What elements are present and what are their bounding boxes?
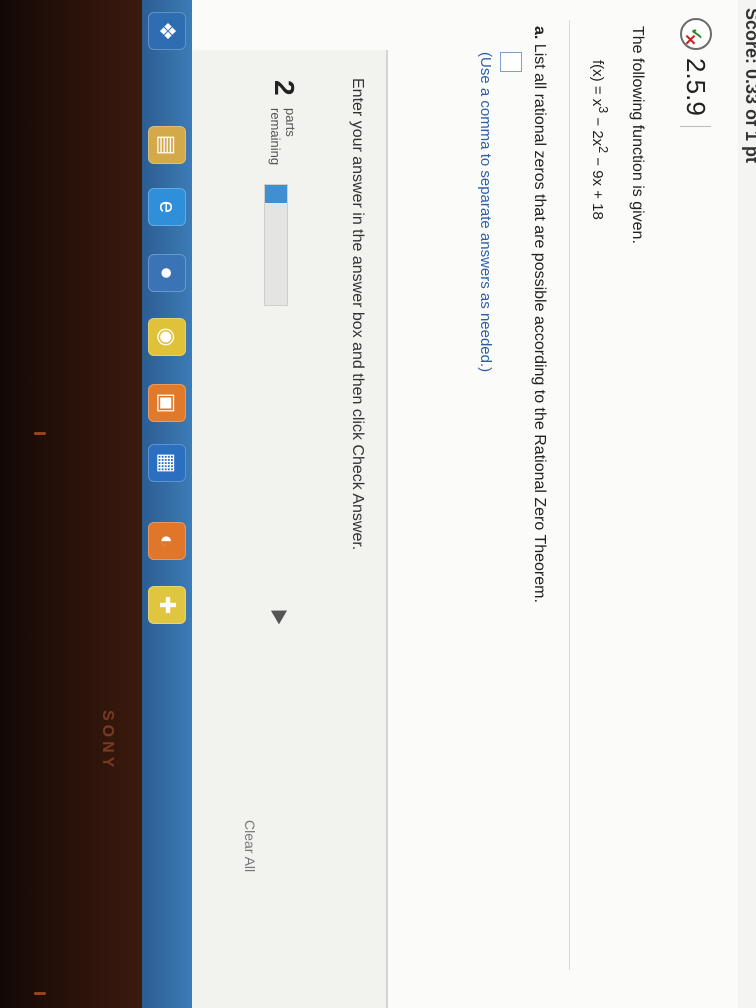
question-header: ✓ ✕ 2.5.9 — [676, 18, 716, 127]
windows-start-icon[interactable]: ❖ — [148, 12, 186, 50]
question-number: 2.5.9 — [680, 58, 712, 127]
taskbar: ❖ ▤ e ● ◉ ▣ ▦ ◐ ✚ — [142, 0, 192, 1008]
app-orange-icon[interactable]: ▣ — [148, 384, 186, 422]
app-yellow-icon[interactable]: ✚ — [148, 586, 186, 624]
answer-footer: Enter your answer in the answer box and … — [172, 50, 388, 1008]
divider — [569, 20, 570, 970]
question-prompt: The following function is given. — [629, 26, 646, 244]
laptop-bezel: SONY — [0, 0, 142, 1008]
question-panel: ✓ ✕ 2.5.9 The following function is given… — [172, 0, 738, 1008]
instructions-text: Enter your answer in the answer box and … — [349, 78, 366, 551]
screen: Score: 0.33 of 1 pt ✓✕ 2.5.9 The followi… — [142, 0, 756, 1008]
file-explorer-icon[interactable]: ▤ — [148, 126, 186, 164]
clear-all-button[interactable]: Clear All — [242, 820, 258, 872]
firefox-icon[interactable]: ◐ — [148, 522, 186, 560]
internet-explorer-icon[interactable]: e — [148, 188, 186, 226]
progress-bar — [264, 184, 288, 306]
parts-remaining-count: 2 — [269, 80, 300, 96]
part-a-question: a. List all rational zeros that are poss… — [530, 26, 548, 603]
top-strip: Score: 0.33 of 1 pt — [737, 0, 756, 1008]
part-label: a. — [531, 26, 548, 40]
function-formula: f(x) = x3 − 2x2 − 9x + 18 — [589, 60, 610, 220]
part-text: List all rational zeros that are possibl… — [531, 43, 548, 603]
mouse-cursor-icon — [270, 603, 292, 625]
score-text: Score: 0.33 of 1 pt — [742, 8, 756, 164]
chrome-icon[interactable]: ◉ — [148, 318, 186, 356]
bezel-indicator-light — [34, 432, 46, 435]
progress-fill — [265, 185, 287, 203]
app-blue-icon[interactable]: ▦ — [148, 444, 186, 482]
answer-input[interactable] — [500, 52, 522, 72]
media-player-icon[interactable]: ● — [148, 254, 186, 292]
bezel-indicator-light — [34, 992, 46, 995]
answer-hint: (Use a comma to separate answers as need… — [477, 52, 494, 373]
brand-logo: SONY — [99, 710, 116, 772]
parts-remaining-label: parts remaining — [268, 108, 298, 166]
partial-credit-icon: ✓ ✕ — [680, 18, 712, 50]
